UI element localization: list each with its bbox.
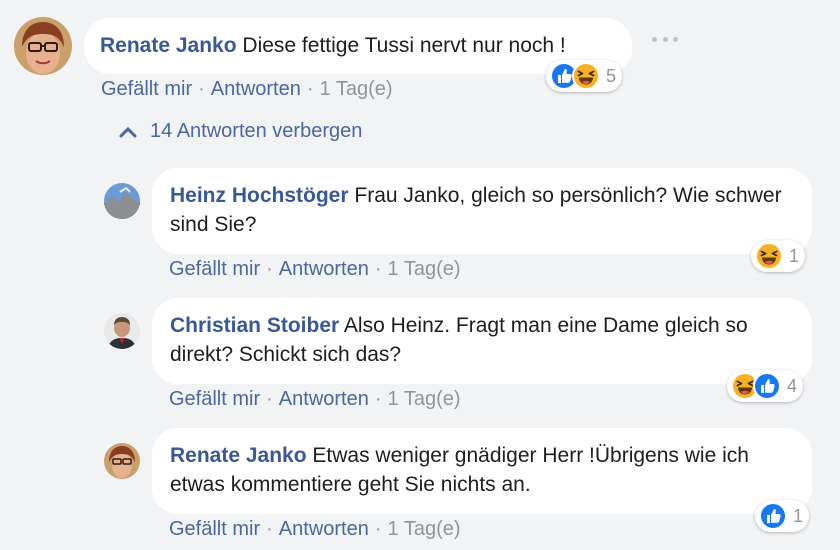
reply-actions: Gefällt mir · Antworten · 1 Tag(e) bbox=[169, 258, 461, 281]
comment-actions: Gefällt mir · Antworten · 1 Tag(e) bbox=[101, 78, 393, 101]
reaction-summary[interactable]: 5 bbox=[546, 60, 623, 92]
reaction-count: 1 bbox=[789, 245, 800, 266]
like-icon bbox=[759, 502, 787, 530]
comment-text: Diese fettige Tussi nervt nur noch ! bbox=[242, 34, 566, 57]
separator-dot: · bbox=[266, 388, 273, 410]
like-icon bbox=[753, 372, 781, 400]
reply-author[interactable]: Renate Janko bbox=[170, 444, 307, 467]
reply-bubble: Heinz Hochstöger Frau Janko, gleich so p… bbox=[152, 168, 812, 254]
reply-link[interactable]: Antworten bbox=[279, 388, 369, 410]
chevron-up-icon bbox=[119, 126, 137, 137]
avatar[interactable] bbox=[104, 183, 140, 219]
timestamp[interactable]: 1 Tag(e) bbox=[388, 518, 461, 540]
separator-dot: · bbox=[374, 258, 382, 280]
like-link[interactable]: Gefällt mir bbox=[169, 258, 260, 280]
more-options-icon[interactable] bbox=[652, 34, 678, 44]
avatar[interactable] bbox=[14, 17, 72, 75]
avatar[interactable] bbox=[104, 313, 140, 349]
separator-dot: · bbox=[266, 258, 273, 280]
separator-dot: · bbox=[266, 518, 273, 540]
reaction-summary[interactable]: 4 bbox=[727, 370, 804, 402]
reply-bubble: Renate Janko Etwas weniger gnädiger Herr… bbox=[152, 428, 812, 514]
reply-link[interactable]: Antworten bbox=[279, 518, 369, 540]
hide-replies-label: 14 Antworten verbergen bbox=[150, 120, 363, 142]
hide-replies-toggle[interactable]: 14 Antworten verbergen bbox=[118, 120, 362, 143]
reaction-summary[interactable]: 1 bbox=[751, 240, 806, 272]
reply-link[interactable]: Antworten bbox=[211, 78, 301, 100]
separator-dot: · bbox=[198, 78, 205, 100]
reaction-count: 1 bbox=[793, 505, 804, 526]
reply-bubble: Christian Stoiber Also Heinz. Fragt man … bbox=[152, 298, 812, 384]
separator-dot: · bbox=[374, 518, 382, 540]
like-link[interactable]: Gefällt mir bbox=[169, 518, 260, 540]
timestamp[interactable]: 1 Tag(e) bbox=[388, 388, 461, 410]
reply-author[interactable]: Christian Stoiber bbox=[170, 314, 339, 337]
like-link[interactable]: Gefällt mir bbox=[169, 388, 260, 410]
reply-actions: Gefällt mir · Antworten · 1 Tag(e) bbox=[169, 388, 461, 411]
separator-dot: · bbox=[306, 78, 314, 100]
reply-author[interactable]: Heinz Hochstöger bbox=[170, 184, 349, 207]
haha-icon bbox=[755, 242, 783, 270]
reaction-count: 4 bbox=[787, 375, 798, 396]
separator-dot: · bbox=[374, 388, 382, 410]
reaction-summary[interactable]: 1 bbox=[755, 500, 810, 532]
reply-actions: Gefällt mir · Antworten · 1 Tag(e) bbox=[169, 518, 461, 541]
timestamp[interactable]: 1 Tag(e) bbox=[320, 78, 393, 100]
comment-author[interactable]: Renate Janko bbox=[100, 34, 237, 57]
reaction-count: 5 bbox=[606, 65, 617, 86]
reply-link[interactable]: Antworten bbox=[279, 258, 369, 280]
like-link[interactable]: Gefällt mir bbox=[101, 78, 192, 100]
timestamp[interactable]: 1 Tag(e) bbox=[388, 258, 461, 280]
avatar[interactable] bbox=[104, 443, 140, 479]
haha-icon bbox=[572, 62, 600, 90]
